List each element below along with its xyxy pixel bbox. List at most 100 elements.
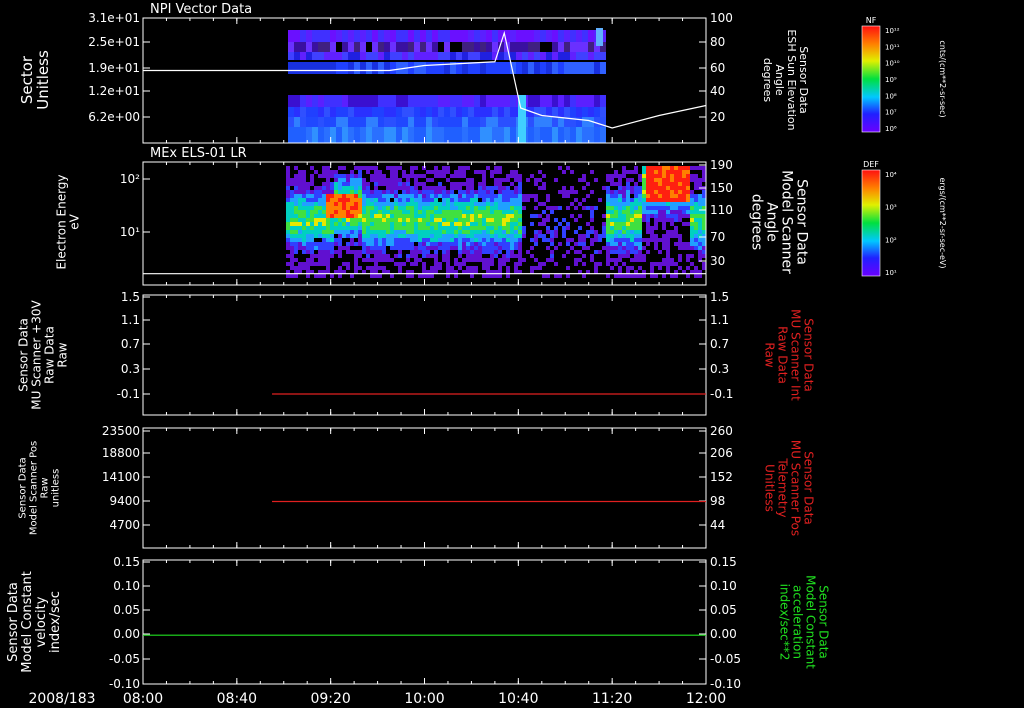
y2-tick-label: 0.3 [710,362,729,376]
y-axis-label: Unitless [34,50,52,110]
y-tick-label: 2.5e+01 [88,35,140,49]
y2-axis-label: Sensor Data [794,179,810,265]
y2-axis-label: Raw Data [776,326,790,384]
y-tick-label: 1.5 [121,290,140,304]
colorbar-title: NF [866,16,877,25]
y-tick-label: -0.10 [109,677,140,691]
mission-data-plot: 3.1e+01 2.5e+01 1.9e+01 1.2e+01 6.2e+00 100 80… [6,2,947,707]
y2-tick-label: -0.1 [710,387,733,401]
y-axis-label: Sensor Data [6,582,21,662]
colorbar [861,25,881,133]
y2-tick-label: 40 [710,84,725,98]
y-axis-label: Sensor Data [18,457,29,518]
y-axis-label: Electron Energy [55,174,69,269]
panel-title: NPI Vector Data [150,2,252,17]
y-tick-label: 1.9e+01 [88,61,140,75]
y-tick-label: 1.1 [121,313,140,327]
y2-axis-label: MU Scanner Pos [789,440,803,536]
npi-spectrogram [288,28,606,143]
y-tick-label: 0.00 [113,627,140,641]
y2-axis-label: acceleration [791,585,805,659]
y-axis-label: Model Constant [20,571,35,673]
y2-tick-label: 206 [710,446,733,460]
y2-tick-label: 0.00 [710,627,737,641]
colorbar-tick: 10⁴ [885,171,897,179]
x-tick-label: 10:00 [404,691,444,707]
panel-frame [142,294,707,416]
y2-tick-label: -0.10 [710,677,741,691]
y2-tick-label: 30 [710,254,725,268]
y2-axis-label: Unitless [763,464,777,512]
colorbar-tick: 10² [885,236,897,244]
y2-tick-label: 110 [710,203,733,217]
colorbar-tick: 10⁶ [885,125,897,133]
colorbar-tick: 10⁷ [885,109,897,117]
y2-axis-label: Angle [764,202,780,242]
colorbar-tick: 10⁸ [885,92,897,100]
y-tick-label: 4700 [109,518,140,532]
y-tick-label: -0.1 [117,387,140,401]
y-axis-label: index/sec [48,591,63,653]
y-tick-label: 9400 [109,494,140,508]
colorbar-tick: 10¹¹ [885,43,900,51]
y2-axis-label: Model Scanner [779,170,795,274]
y2-axis-label: Model Constant [804,575,818,669]
y2-tick-label: 0.7 [710,337,729,351]
y2-tick-label: 260 [710,424,733,438]
y-axis-label: MU Scanner +30V [30,300,44,410]
y-tick-label: 23500 [102,424,140,438]
y2-tick-label: 150 [710,181,733,195]
y-tick-label: 3.1e+01 [88,11,140,25]
colorbar [861,169,881,277]
y-axis-label: Raw [56,342,70,367]
x-tick-label: 11:20 [592,691,632,707]
colorbar-tick: 10¹² [885,27,900,35]
y2-tick-label: 80 [710,35,725,49]
x-tick-label: 10:40 [498,691,538,707]
y-axis-label: Sensor Data [17,318,31,392]
colorbar-unit: cnts/(cm**2-sr-sec) [938,40,947,117]
y2-axis-label: Sensor Data [802,318,816,392]
y-axis-label: velocity [34,596,49,647]
y-tick-label: 0.15 [113,555,140,569]
y-tick-label: 0.3 [121,362,140,376]
panel-frame [142,559,707,685]
y2-tick-label: 98 [710,494,725,508]
colorbar-tick: 10³ [885,204,897,212]
y2-tick-label: 44 [710,518,725,532]
y2-tick-label: 20 [710,110,725,124]
y-axis-label: Raw Data [43,326,57,384]
y2-tick-label: 190 [710,158,733,172]
y2-axis-label: Sensor Data [817,585,831,659]
colorbar-tick: 10⁹ [885,76,897,84]
panel-frame [142,427,707,549]
y2-tick-label: 0.15 [710,555,737,569]
y2-axis-label: MU Scanner Int [789,309,803,401]
y2-axis-label: Sensor Data [802,451,816,525]
colorbar-title: DEF [863,160,879,169]
x-tick-label: 08:40 [217,691,257,707]
y2-tick-label: 70 [710,230,725,244]
x-tick-label: 12:00 [686,691,726,707]
y-tick-label: -0.05 [109,652,140,666]
y2-tick-label: 0.10 [710,579,737,593]
y-tick-label: 0.05 [113,603,140,617]
els-spectrogram [286,166,706,278]
y2-tick-label: 60 [710,61,725,75]
y-tick-label: 6.2e+00 [88,110,140,124]
y-axis-label: unitless [51,469,62,508]
y2-tick-label: 1.5 [710,290,729,304]
panel-title: MEx ELS-01 LR [150,146,247,161]
y2-axis-label: Raw [763,342,777,367]
colorbar-tick: 10¹⁰ [885,60,900,68]
y2-tick-label: -0.05 [710,652,741,666]
y2-axis-label: Telemetry [776,457,790,517]
y2-axis-label: degrees [761,58,774,103]
colorbar-tick: 10¹ [885,269,897,277]
date-label: 2008/183 [28,691,95,707]
y-tick-label: 10¹ [120,225,140,239]
y2-tick-label: 0.05 [710,603,737,617]
y-tick-label: 14100 [102,470,140,484]
y2-tick-label: 1.1 [710,313,729,327]
y-axis-label: Raw [40,477,51,498]
